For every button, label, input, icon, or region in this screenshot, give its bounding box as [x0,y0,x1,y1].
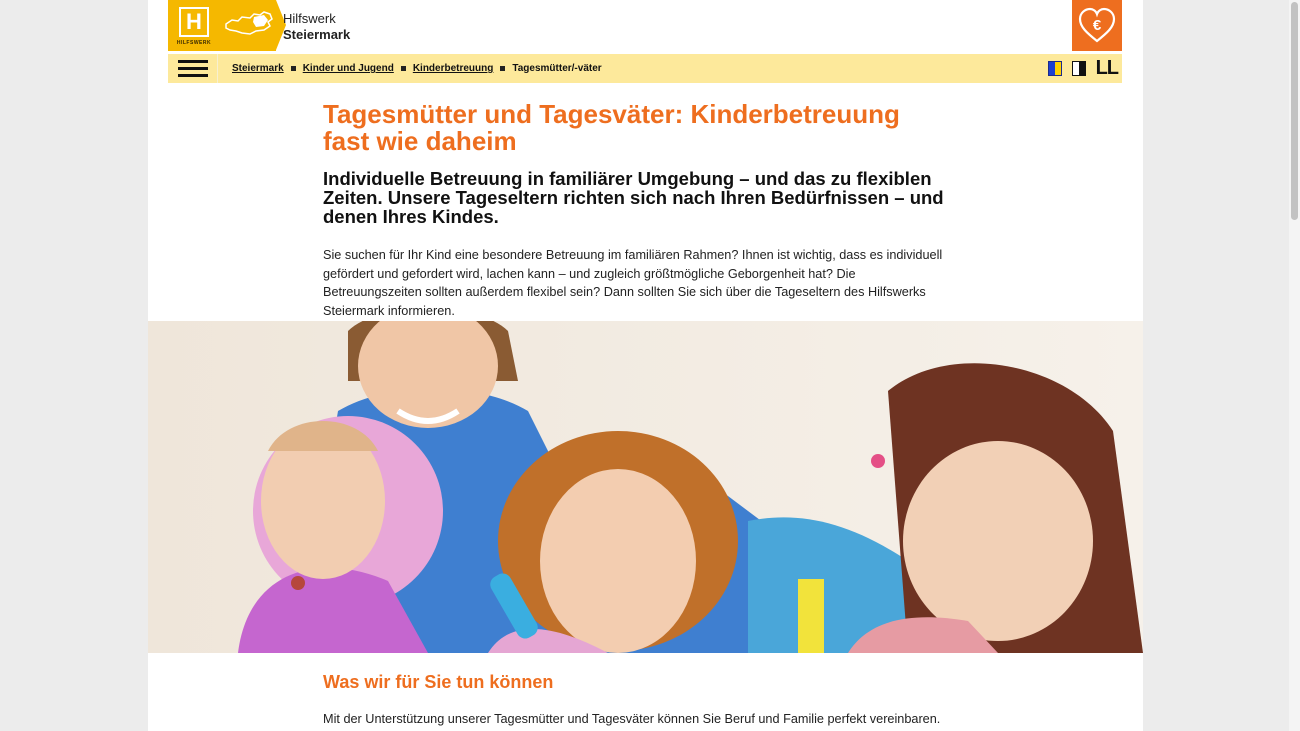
breadcrumb-bar: Steiermark Kinder und Jugend Kinderbetre… [168,54,1122,83]
brand-name[interactable]: Hilfswerk Steiermark [283,11,350,43]
breadcrumb-link-steiermark[interactable]: Steiermark [232,63,284,74]
hilfswerk-logo[interactable]: H HILFSWERK [168,0,220,51]
page: H HILFSWERK Hilfswerk Steiermark € Steie… [148,0,1143,731]
donate-button[interactable]: € [1072,0,1122,51]
logo-h-icon: H [179,7,209,37]
contrast-blue-yellow-icon[interactable] [1047,61,1062,76]
contrast-black-white-icon[interactable] [1071,61,1086,76]
austria-map-icon [220,0,276,51]
logo-caption: HILFSWERK [176,40,212,46]
section-title: Was wir für Sie tun können [323,672,554,692]
section-text: Mit der Unterstützung unserer Tagesmütte… [323,712,941,726]
lead-text: Individuelle Betreuung in familiärer Umg… [323,168,944,227]
scrollbar-thumb[interactable] [1291,2,1298,220]
page-title: Tagesmütter und Tagesväter: Kinderbetreu… [323,99,900,156]
accessibility-controls: LL [1047,58,1119,78]
breadcrumb-separator [400,66,406,71]
svg-text:€: € [1093,17,1102,34]
brand-line2: Steiermark [283,27,351,42]
brand-line1: Hilfswerk [283,11,336,26]
breadcrumb-current: Tagesmütter/-väter [512,63,602,74]
hamburger-menu-icon[interactable] [168,54,218,83]
breadcrumb: Steiermark Kinder und Jugend Kinderbetre… [232,54,602,83]
euro-heart-icon: € [1078,7,1116,42]
scrollbar[interactable] [1289,0,1300,731]
intro-text: Sie suchen für Ihr Kind eine besondere B… [323,248,943,318]
hero-image [148,321,1143,653]
breadcrumb-separator [290,66,296,71]
breadcrumb-link-kinder-und-jugend[interactable]: Kinder und Jugend [303,63,394,74]
breadcrumb-link-kinderbetreuung[interactable]: Kinderbetreuung [413,63,494,74]
font-size-toggle[interactable]: LL [1096,58,1119,78]
breadcrumb-separator [500,66,506,71]
